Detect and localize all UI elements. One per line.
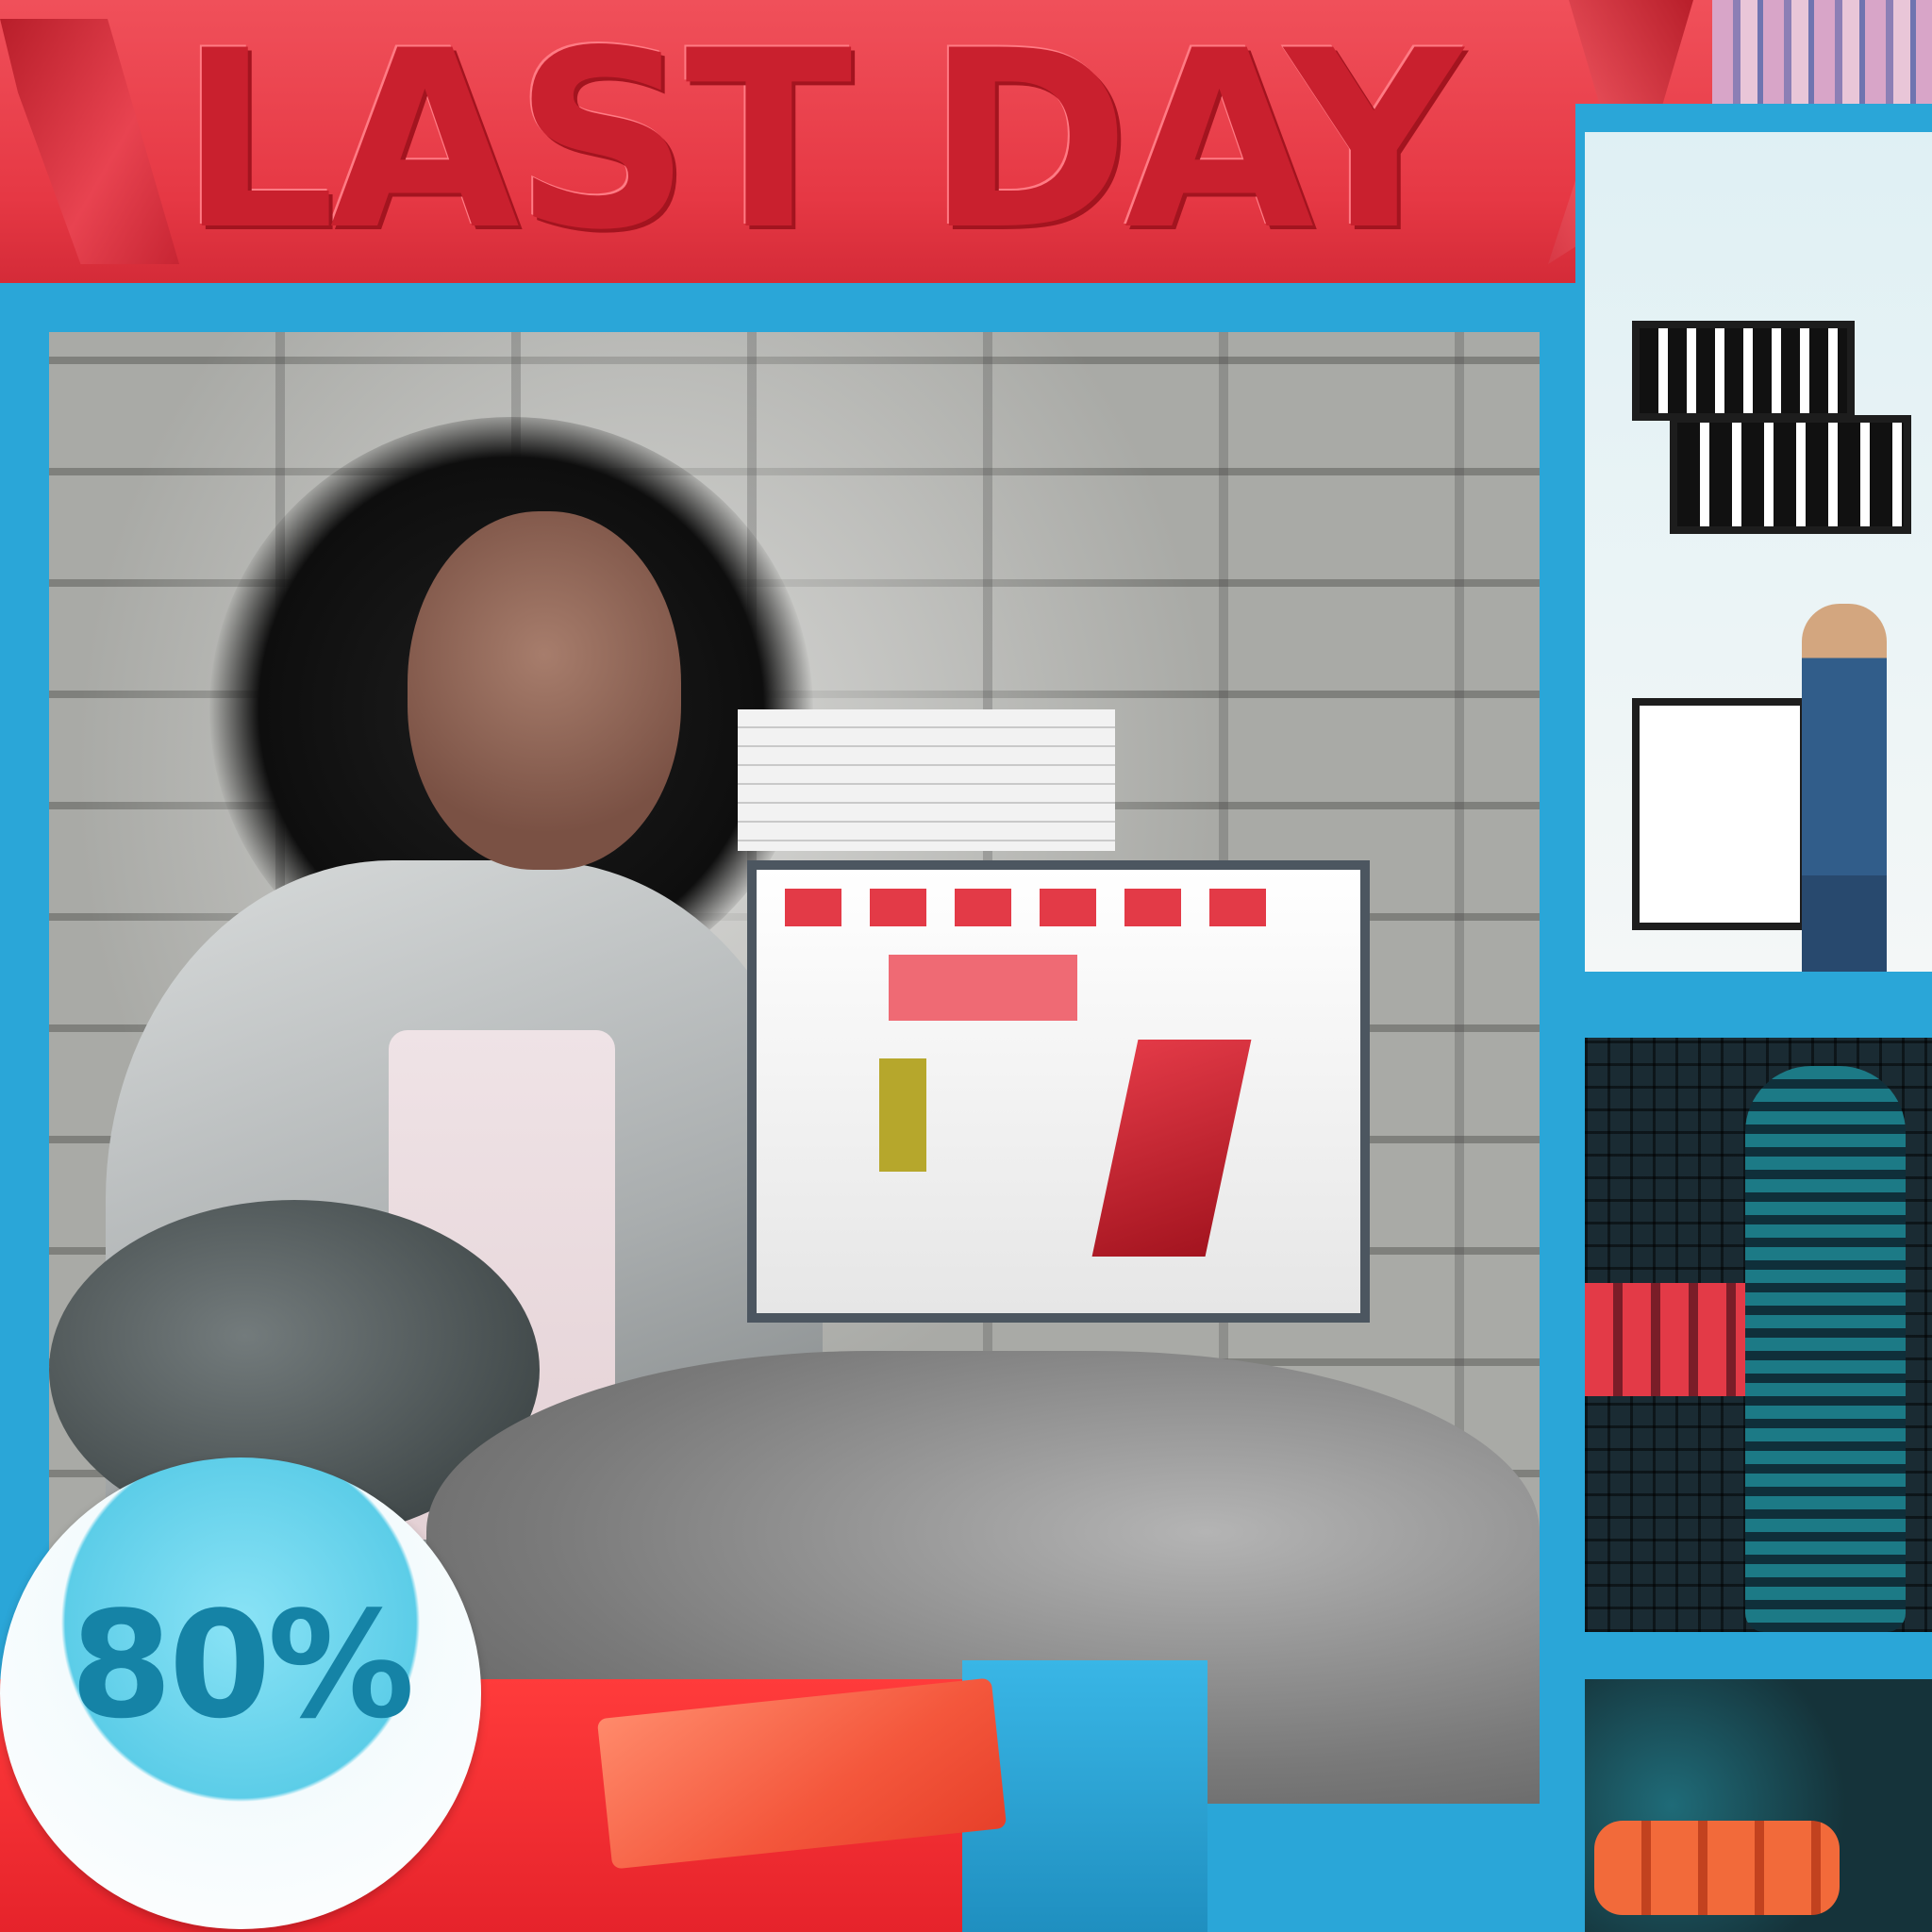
box-shape (1091, 1040, 1252, 1257)
stacked-papers (738, 709, 1115, 851)
mannequin-figure (1802, 604, 1887, 972)
shopping-display-box (747, 860, 1370, 1323)
clothing-rack (1585, 1283, 1755, 1396)
store-signs-panel (1585, 132, 1932, 972)
box-stripe (785, 889, 1294, 926)
discount-percent: 80% (70, 1579, 414, 1751)
box-shape (889, 955, 1077, 1021)
store-sign (1632, 698, 1807, 930)
sale-banner: LAST DAY (0, 0, 1712, 283)
painted-nails (1594, 1821, 1840, 1915)
store-sign (1632, 321, 1855, 421)
manicure-panel (1585, 1679, 1932, 1932)
store-window-thumbnail (1712, 0, 1932, 104)
woman-face (408, 511, 681, 870)
store-sign (1670, 415, 1911, 534)
clothing-rack-panel (1585, 1038, 1932, 1632)
banner-headline: LAST DAY (179, 0, 1462, 283)
discount-badge: 80% (0, 1457, 481, 1929)
shopper-figure (1745, 1066, 1906, 1632)
ribbon-left-decoration (0, 19, 179, 264)
box-shape (879, 1058, 926, 1172)
